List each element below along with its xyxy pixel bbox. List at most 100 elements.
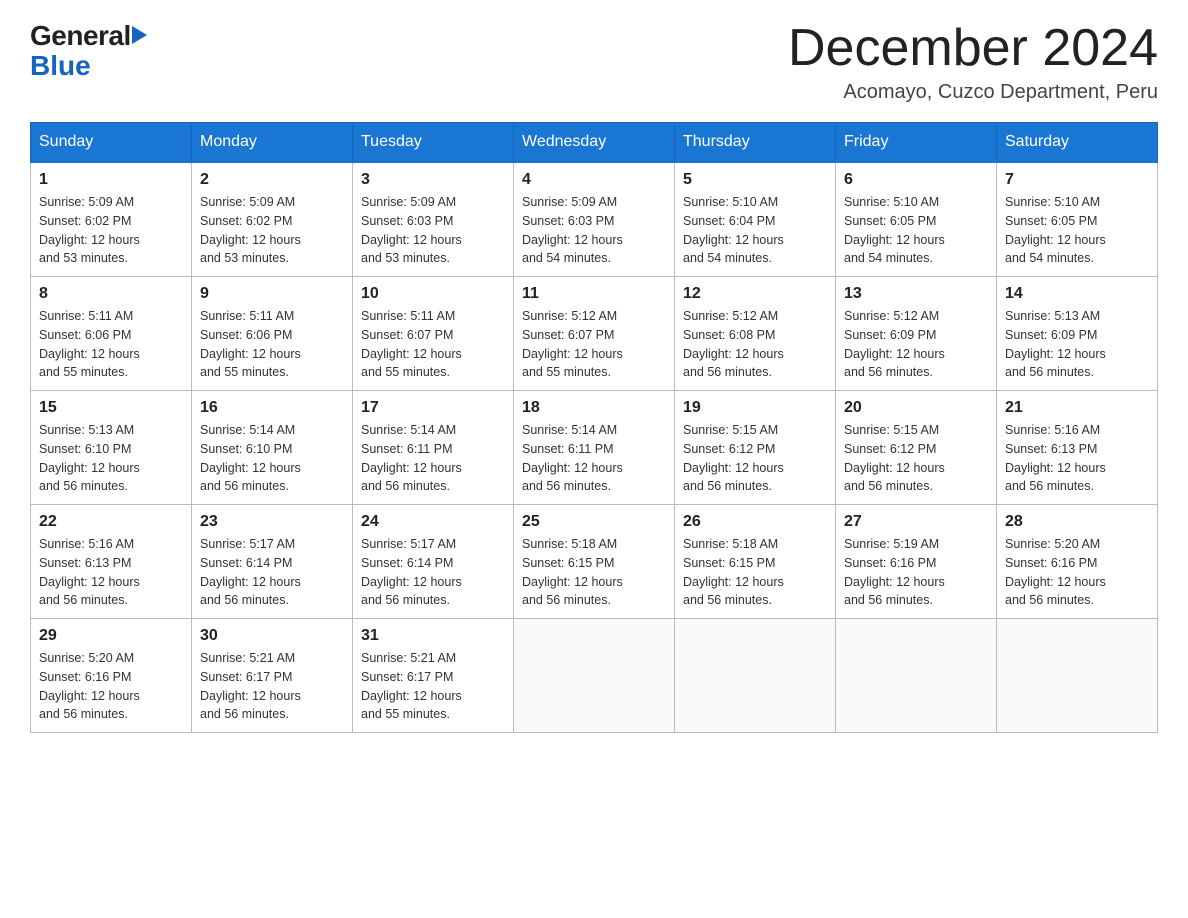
day-info: Sunrise: 5:12 AMSunset: 6:07 PMDaylight:… xyxy=(522,307,666,382)
calendar-cell: 1 Sunrise: 5:09 AMSunset: 6:02 PMDaylight… xyxy=(31,162,192,277)
day-info: Sunrise: 5:18 AMSunset: 6:15 PMDaylight:… xyxy=(522,535,666,610)
calendar-cell: 15 Sunrise: 5:13 AMSunset: 6:10 PMDayligh… xyxy=(31,391,192,505)
calendar-cell: 12 Sunrise: 5:12 AMSunset: 6:08 PMDayligh… xyxy=(675,277,836,391)
day-info: Sunrise: 5:10 AMSunset: 6:04 PMDaylight:… xyxy=(683,193,827,268)
calendar-cell: 8 Sunrise: 5:11 AMSunset: 6:06 PMDaylight… xyxy=(31,277,192,391)
day-info: Sunrise: 5:13 AMSunset: 6:09 PMDaylight:… xyxy=(1005,307,1149,382)
day-info: Sunrise: 5:09 AMSunset: 6:03 PMDaylight:… xyxy=(361,193,505,268)
calendar-cell: 14 Sunrise: 5:13 AMSunset: 6:09 PMDayligh… xyxy=(997,277,1158,391)
logo: General Blue xyxy=(30,20,147,82)
calendar-week-row: 15 Sunrise: 5:13 AMSunset: 6:10 PMDayligh… xyxy=(31,391,1158,505)
title-block: December 2024 Acomayo, Cuzco Department,… xyxy=(788,20,1158,104)
day-number: 8 xyxy=(39,285,183,303)
day-info: Sunrise: 5:10 AMSunset: 6:05 PMDaylight:… xyxy=(844,193,988,268)
calendar-cell: 19 Sunrise: 5:15 AMSunset: 6:12 PMDayligh… xyxy=(675,391,836,505)
day-number: 10 xyxy=(361,285,505,303)
col-header-wednesday: Wednesday xyxy=(514,123,675,163)
day-number: 17 xyxy=(361,399,505,417)
calendar-header-row: SundayMondayTuesdayWednesdayThursdayFrid… xyxy=(31,123,1158,163)
day-info: Sunrise: 5:14 AMSunset: 6:10 PMDaylight:… xyxy=(200,421,344,496)
day-number: 24 xyxy=(361,513,505,531)
calendar-location: Acomayo, Cuzco Department, Peru xyxy=(788,81,1158,104)
day-number: 6 xyxy=(844,171,988,189)
day-info: Sunrise: 5:09 AMSunset: 6:02 PMDaylight:… xyxy=(200,193,344,268)
calendar-cell: 31Sunrise: 5:21 AMSunset: 6:17 PMDayligh… xyxy=(353,619,514,733)
day-number: 12 xyxy=(683,285,827,303)
calendar-cell: 17 Sunrise: 5:14 AMSunset: 6:11 PMDayligh… xyxy=(353,391,514,505)
logo-general-text: General xyxy=(30,20,131,52)
col-header-monday: Monday xyxy=(192,123,353,163)
day-info: Sunrise: 5:16 AMSunset: 6:13 PMDaylight:… xyxy=(39,535,183,610)
col-header-thursday: Thursday xyxy=(675,123,836,163)
day-info: Sunrise: 5:15 AMSunset: 6:12 PMDaylight:… xyxy=(844,421,988,496)
day-number: 3 xyxy=(361,171,505,189)
calendar-cell: 28Sunrise: 5:20 AMSunset: 6:16 PMDayligh… xyxy=(997,505,1158,619)
day-number: 29 xyxy=(39,627,183,645)
calendar-cell: 6 Sunrise: 5:10 AMSunset: 6:05 PMDaylight… xyxy=(836,162,997,277)
day-number: 20 xyxy=(844,399,988,417)
calendar-cell: 29 Sunrise: 5:20 AMSunset: 6:16 PMDayligh… xyxy=(31,619,192,733)
calendar-cell: 26Sunrise: 5:18 AMSunset: 6:15 PMDayligh… xyxy=(675,505,836,619)
day-info: Sunrise: 5:14 AMSunset: 6:11 PMDaylight:… xyxy=(361,421,505,496)
day-info: Sunrise: 5:11 AMSunset: 6:07 PMDaylight:… xyxy=(361,307,505,382)
day-number: 1 xyxy=(39,171,183,189)
day-number: 13 xyxy=(844,285,988,303)
calendar-cell: 9 Sunrise: 5:11 AMSunset: 6:06 PMDaylight… xyxy=(192,277,353,391)
day-info: Sunrise: 5:10 AMSunset: 6:05 PMDaylight:… xyxy=(1005,193,1149,268)
calendar-cell xyxy=(997,619,1158,733)
calendar-cell: 22 Sunrise: 5:16 AMSunset: 6:13 PMDayligh… xyxy=(31,505,192,619)
day-info: Sunrise: 5:09 AMSunset: 6:02 PMDaylight:… xyxy=(39,193,183,268)
day-number: 7 xyxy=(1005,171,1149,189)
col-header-saturday: Saturday xyxy=(997,123,1158,163)
calendar-cell: 27Sunrise: 5:19 AMSunset: 6:16 PMDayligh… xyxy=(836,505,997,619)
calendar-cell: 21Sunrise: 5:16 AMSunset: 6:13 PMDayligh… xyxy=(997,391,1158,505)
day-info: Sunrise: 5:16 AMSunset: 6:13 PMDaylight:… xyxy=(1005,421,1149,496)
logo-blue-text: Blue xyxy=(30,50,91,82)
page-header: General Blue December 2024 Acomayo, Cuzc… xyxy=(30,20,1158,104)
day-info: Sunrise: 5:18 AMSunset: 6:15 PMDaylight:… xyxy=(683,535,827,610)
day-number: 28 xyxy=(1005,513,1149,531)
day-info: Sunrise: 5:11 AMSunset: 6:06 PMDaylight:… xyxy=(200,307,344,382)
day-info: Sunrise: 5:13 AMSunset: 6:10 PMDaylight:… xyxy=(39,421,183,496)
calendar-cell: 10 Sunrise: 5:11 AMSunset: 6:07 PMDayligh… xyxy=(353,277,514,391)
day-number: 2 xyxy=(200,171,344,189)
day-info: Sunrise: 5:17 AMSunset: 6:14 PMDaylight:… xyxy=(200,535,344,610)
day-number: 4 xyxy=(522,171,666,189)
day-number: 22 xyxy=(39,513,183,531)
logo-arrow-icon xyxy=(132,26,147,44)
day-number: 14 xyxy=(1005,285,1149,303)
calendar-cell: 3 Sunrise: 5:09 AMSunset: 6:03 PMDaylight… xyxy=(353,162,514,277)
day-info: Sunrise: 5:20 AMSunset: 6:16 PMDaylight:… xyxy=(39,649,183,724)
calendar-week-row: 8 Sunrise: 5:11 AMSunset: 6:06 PMDaylight… xyxy=(31,277,1158,391)
calendar-cell: 16Sunrise: 5:14 AMSunset: 6:10 PMDayligh… xyxy=(192,391,353,505)
day-number: 30 xyxy=(200,627,344,645)
col-header-tuesday: Tuesday xyxy=(353,123,514,163)
day-info: Sunrise: 5:15 AMSunset: 6:12 PMDaylight:… xyxy=(683,421,827,496)
calendar-cell: 4 Sunrise: 5:09 AMSunset: 6:03 PMDaylight… xyxy=(514,162,675,277)
calendar-cell: 5 Sunrise: 5:10 AMSunset: 6:04 PMDaylight… xyxy=(675,162,836,277)
day-info: Sunrise: 5:09 AMSunset: 6:03 PMDaylight:… xyxy=(522,193,666,268)
calendar-cell: 30 Sunrise: 5:21 AMSunset: 6:17 PMDayligh… xyxy=(192,619,353,733)
calendar-week-row: 29 Sunrise: 5:20 AMSunset: 6:16 PMDayligh… xyxy=(31,619,1158,733)
day-number: 5 xyxy=(683,171,827,189)
col-header-friday: Friday xyxy=(836,123,997,163)
day-info: Sunrise: 5:21 AMSunset: 6:17 PMDaylight:… xyxy=(200,649,344,724)
calendar-week-row: 22 Sunrise: 5:16 AMSunset: 6:13 PMDayligh… xyxy=(31,505,1158,619)
day-info: Sunrise: 5:11 AMSunset: 6:06 PMDaylight:… xyxy=(39,307,183,382)
calendar-cell xyxy=(514,619,675,733)
day-number: 27 xyxy=(844,513,988,531)
calendar-cell: 7 Sunrise: 5:10 AMSunset: 6:05 PMDaylight… xyxy=(997,162,1158,277)
col-header-sunday: Sunday xyxy=(31,123,192,163)
day-number: 9 xyxy=(200,285,344,303)
calendar-cell: 18Sunrise: 5:14 AMSunset: 6:11 PMDayligh… xyxy=(514,391,675,505)
day-number: 18 xyxy=(522,399,666,417)
calendar-cell: 23Sunrise: 5:17 AMSunset: 6:14 PMDayligh… xyxy=(192,505,353,619)
calendar-cell xyxy=(675,619,836,733)
calendar-cell xyxy=(836,619,997,733)
calendar-table: SundayMondayTuesdayWednesdayThursdayFrid… xyxy=(30,122,1158,733)
day-number: 15 xyxy=(39,399,183,417)
calendar-cell: 11Sunrise: 5:12 AMSunset: 6:07 PMDayligh… xyxy=(514,277,675,391)
day-number: 19 xyxy=(683,399,827,417)
calendar-cell: 25Sunrise: 5:18 AMSunset: 6:15 PMDayligh… xyxy=(514,505,675,619)
day-info: Sunrise: 5:12 AMSunset: 6:08 PMDaylight:… xyxy=(683,307,827,382)
